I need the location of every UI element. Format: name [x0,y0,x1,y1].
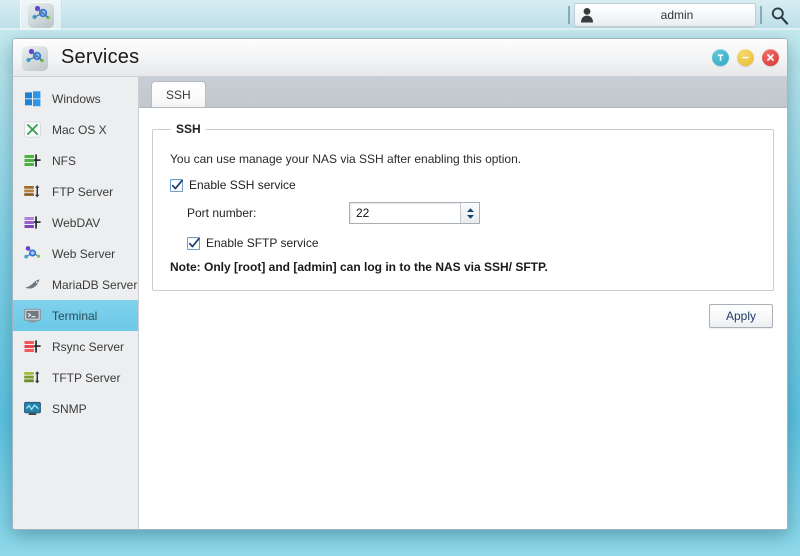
port-number-label: Port number: [187,206,257,220]
ftp-icon [23,182,42,201]
sidebar-item-rsync-server[interactable]: Rsync Server [13,331,138,362]
window-controls [712,49,779,66]
ssh-group-legend: SSH [176,122,201,136]
macosx-icon [23,120,42,139]
window-body: Windows Mac OS X NFS FTP Server WebDAV W… [13,77,787,529]
webserver-icon [23,244,42,263]
sidebar-item-label: TFTP Server [52,370,121,385]
port-number-input[interactable] [350,206,460,220]
apply-button[interactable]: Apply [709,304,773,328]
window-title-bar[interactable]: Services [13,39,787,77]
search-icon[interactable] [766,6,792,25]
page-title: Services [61,46,140,68]
sidebar-item-label: WebDAV [52,215,101,230]
sidebar-item-web-server[interactable]: Web Server [13,238,138,269]
sidebar-item-ftp-server[interactable]: FTP Server [13,176,138,207]
windows-icon [23,89,42,108]
topbar-right-group: admin [564,3,800,27]
enable-ssh-label[interactable]: Enable SSH service [189,178,296,192]
mariadb-icon [23,275,42,294]
sidebar-item-label: MariaDB Server [52,277,138,292]
apply-row: Apply [152,291,774,328]
user-account-box[interactable]: admin [574,3,756,27]
tab-ssh[interactable]: SSH [151,81,206,107]
sidebar-item-label: Web Server [52,246,116,261]
enable-ssh-row: Enable SSH service [170,178,759,192]
user-name-label: admin [660,8,694,22]
enable-sftp-label[interactable]: Enable SFTP service [206,236,319,250]
ssh-settings-panel: SSH You can use manage your NAS via SSH … [139,108,787,529]
minimize-button[interactable] [737,49,754,66]
services-window: Services Windows Mac OS X NFS FTP Server… [12,38,788,530]
webdav-icon [23,213,42,232]
divider [568,6,570,24]
enable-ssh-checkbox[interactable] [170,178,183,192]
enable-sftp-row: Enable SFTP service [187,236,759,250]
rsync-icon [23,337,42,356]
nfs-icon [23,151,42,170]
sidebar-item-label: NFS [52,153,76,168]
sidebar-item-windows[interactable]: Windows [13,83,138,114]
molecule-logo-icon [22,44,48,71]
sidebar-item-label: SNMP [52,401,87,416]
snmp-icon [23,399,42,418]
enable-sftp-checkbox[interactable] [187,236,200,250]
molecule-logo-icon [28,2,54,28]
port-number-stepper[interactable] [349,202,480,224]
port-number-row: Port number: [187,202,759,224]
ssh-description: You can use manage your NAS via SSH afte… [170,152,522,166]
sidebar-item-mariadb-server[interactable]: MariaDB Server [13,269,138,300]
terminal-icon [23,306,42,325]
sidebar-item-tftp-server[interactable]: TFTP Server [13,362,138,393]
desktop-top-bar: admin [0,0,800,30]
content-area: SSH SSH You can use manage your NAS via … [139,77,787,529]
sidebar-item-label: Rsync Server [52,339,125,354]
user-icon [575,7,599,23]
sidebar-item-label: Windows [52,91,101,106]
sidebar-item-mac-os-x[interactable]: Mac OS X [13,114,138,145]
sidebar-item-label: Terminal [52,308,98,323]
sidebar-item-webdav[interactable]: WebDAV [13,207,138,238]
sidebar-item-snmp[interactable]: SNMP [13,393,138,424]
ssh-note: Note: Only [root] and [admin] can log in… [170,260,548,274]
tftp-icon [23,368,42,387]
sidebar-item-label: Mac OS X [52,122,107,137]
sidebar-item-terminal[interactable]: Terminal [13,300,138,331]
pin-button[interactable] [712,49,729,66]
port-spinner-buttons[interactable] [460,203,479,223]
desktop-logo-button[interactable] [20,0,62,30]
sidebar-item-nfs[interactable]: NFS [13,145,138,176]
services-sidebar: Windows Mac OS X NFS FTP Server WebDAV W… [13,77,139,529]
tab-strip: SSH [139,77,787,108]
sidebar-item-label: FTP Server [52,184,114,199]
divider [760,6,762,24]
ssh-group: SSH You can use manage your NAS via SSH … [152,122,774,291]
close-button[interactable] [762,49,779,66]
